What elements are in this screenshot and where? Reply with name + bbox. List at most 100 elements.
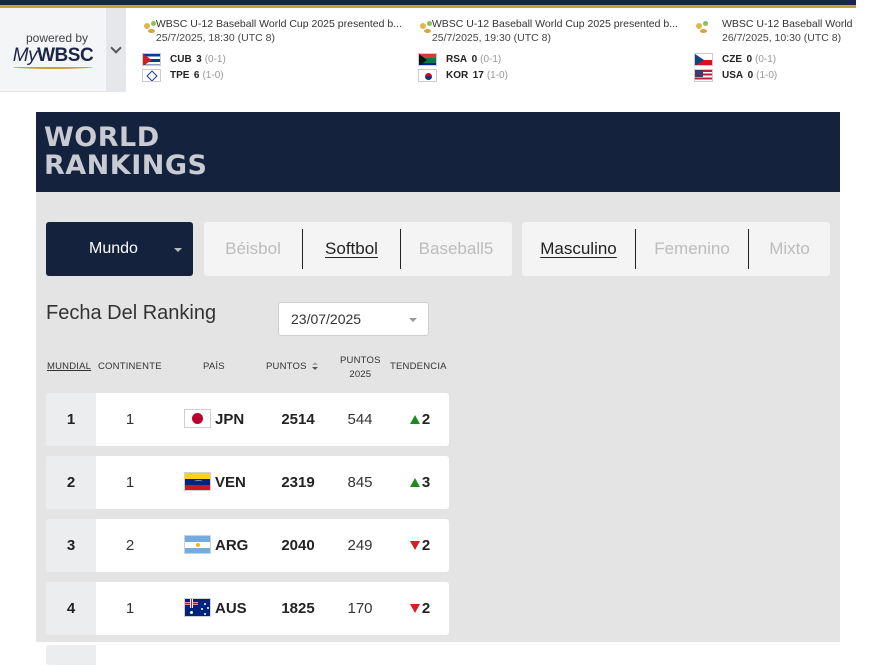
rankings-header: WORLD RANKINGS: [36, 112, 840, 192]
tab-masculino[interactable]: Masculino: [522, 222, 635, 276]
tournament-icon: [418, 19, 432, 37]
tab-mixto[interactable]: Mixto: [749, 222, 830, 276]
region-select-value: Mundo: [89, 240, 138, 257]
flag-usa-icon: [694, 68, 713, 82]
page-title-line1: WORLD: [44, 122, 160, 153]
tab-femenino[interactable]: Femenino: [636, 222, 748, 276]
game-card[interactable]: WBSC U-12 Baseball World Cup 26/7/2025, …: [678, 8, 856, 92]
team-record: (0-1): [755, 53, 777, 65]
logo-prefix: My: [12, 45, 38, 66]
country-code: JPN: [215, 411, 245, 428]
col-mundial[interactable]: MUNDIAL: [47, 361, 91, 372]
team-row: CZE 0 (0-1): [694, 51, 856, 67]
rank-world: 1: [46, 393, 96, 446]
trend: 2: [398, 582, 442, 635]
trend-value: 3: [421, 474, 431, 491]
team-record: (1-0): [486, 69, 508, 81]
tournament-icon: [694, 19, 712, 37]
trend-value: 2: [421, 537, 431, 554]
flag-cub-icon: [142, 52, 161, 66]
team-record: (0-1): [480, 53, 502, 65]
game-datetime: 25/7/2025, 19:30 (UTC 8): [431, 32, 551, 44]
col-tendencia[interactable]: TENDENCIA: [390, 361, 447, 372]
rank-world: 3: [46, 519, 96, 572]
ranking-date-value: 23/07/2025: [291, 311, 362, 327]
points-2025: 845: [347, 474, 373, 491]
scores-strip: powered by MyWBSC WBSC U-12 Baseball Wor…: [0, 8, 856, 92]
caret-down-icon: [409, 318, 417, 322]
table-row[interactable]: 4 1 AUS 1825 170 2: [46, 582, 449, 635]
team-code: RSA: [446, 53, 468, 65]
trend-up-icon: [409, 415, 420, 424]
col-continente[interactable]: CONTINENTE: [98, 361, 162, 372]
rank-continent: 1: [125, 474, 135, 491]
game-datetime: 25/7/2025, 18:30 (UTC 8): [155, 32, 275, 44]
trend-down-icon: [409, 604, 420, 613]
table-row[interactable]: 1 1 JPN 2514 544 2: [46, 393, 449, 446]
trend: 2: [398, 519, 442, 572]
ranking-date-select[interactable]: 23/07/2025: [278, 302, 429, 336]
trend-value: 2: [421, 600, 431, 617]
team-row: CUB 3 (0-1): [142, 51, 402, 67]
team-score: 3: [196, 53, 202, 65]
game-card[interactable]: WBSC U-12 Baseball World Cup 2025 presen…: [402, 8, 678, 92]
rank-world: 4: [46, 582, 96, 635]
trend-up-icon: [409, 478, 420, 487]
team-score: 6: [193, 69, 200, 81]
game-datetime: 26/7/2025, 10:30 (UTC 8): [722, 32, 842, 44]
team-record: (1-0): [202, 69, 224, 81]
table-row[interactable]: 2 1 VEN 2319 845 3: [46, 456, 449, 509]
tab-baseball5[interactable]: Baseball5: [401, 222, 511, 276]
trend-value: 2: [421, 411, 431, 428]
table-row[interactable]: [46, 645, 449, 665]
country-code: AUS: [215, 600, 247, 617]
col-puntos-2025-line1: PUNTOS: [340, 355, 381, 366]
table-row[interactable]: 3 2 ARG 2040 249 2: [46, 519, 449, 572]
rank-continent: 1: [125, 411, 135, 428]
team-score: 0: [747, 69, 754, 81]
points-2025: 170: [347, 600, 373, 617]
powered-by-text: powered by: [25, 31, 89, 45]
team-score: 17: [472, 69, 484, 81]
game-title: WBSC U-12 Baseball World Cup: [722, 18, 856, 30]
logo-wordmark: MyWBSC: [12, 45, 94, 67]
logo-swoosh: [13, 65, 93, 69]
team-score: 0: [471, 53, 478, 65]
flag-cze-icon: [694, 52, 713, 66]
flag-aus-icon: [184, 598, 211, 617]
tab-softbol[interactable]: Softbol: [303, 222, 400, 276]
rank-continent: 2: [125, 537, 135, 554]
team-code: CUB: [170, 53, 192, 65]
games-carousel: WBSC U-12 Baseball World Cup 2025 presen…: [126, 8, 856, 92]
flag-arg-icon: [184, 535, 211, 554]
team-code: TPE: [170, 69, 190, 81]
team-row: RSA 0 (0-1): [418, 51, 678, 67]
flag-ven-icon: [184, 472, 211, 491]
col-puntos-2025-line2: 2025: [349, 369, 372, 380]
sport-tabs: Béisbol Softbol Baseball5: [204, 222, 512, 276]
team-code: CZE: [722, 53, 742, 65]
mywbsc-logo[interactable]: powered by MyWBSC: [0, 8, 106, 92]
flag-rsa-icon: [418, 52, 437, 66]
col-puntos-2025[interactable]: PUNTOS 2025: [340, 354, 381, 382]
points-2025: 544: [347, 411, 373, 428]
points: 2319: [281, 474, 315, 491]
team-code: KOR: [446, 69, 469, 81]
team-row: USA 0 (1-0): [694, 67, 856, 83]
team-record: (0-1): [204, 53, 226, 65]
game-title: WBSC U-12 Baseball World Cup 2025 presen…: [155, 18, 402, 30]
trend-down-icon: [409, 541, 420, 550]
tab-beisbol[interactable]: Béisbol: [204, 222, 302, 276]
game-card[interactable]: WBSC U-12 Baseball World Cup 2025 presen…: [126, 8, 402, 92]
col-pais[interactable]: PAÍS: [203, 361, 225, 372]
game-title: WBSC U-12 Baseball World Cup 2025 presen…: [431, 18, 678, 30]
trend: 3: [398, 456, 442, 509]
region-select[interactable]: Mundo: [46, 222, 193, 276]
col-puntos-label: PUNTOS: [266, 361, 307, 372]
points: 1825: [281, 600, 315, 617]
points: 2040: [281, 537, 315, 554]
flag-jpn-icon: [184, 409, 211, 428]
col-puntos[interactable]: PUNTOS: [266, 361, 319, 372]
country-code: ARG: [215, 537, 249, 554]
expand-scores-button[interactable]: [106, 8, 126, 92]
